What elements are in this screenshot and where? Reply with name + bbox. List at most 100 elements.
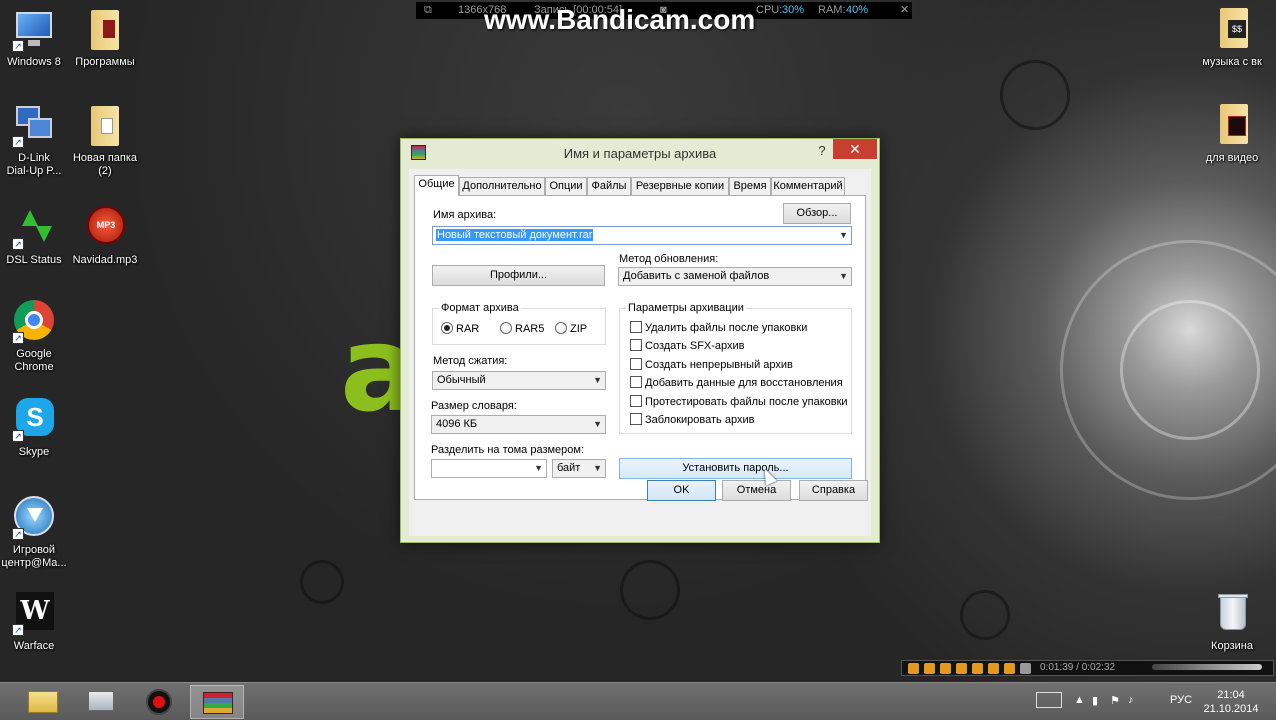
- clock[interactable]: 21:04 21.10.2014: [1196, 688, 1266, 716]
- format-zip-radio[interactable]: ZIP: [555, 322, 587, 336]
- tab-advanced[interactable]: Дополнительно: [459, 177, 545, 195]
- desktop-icon-label: Navidad.mp3: [72, 254, 138, 266]
- set-password-button[interactable]: Установить пароль...: [619, 458, 852, 479]
- option-lock-checkbox[interactable]: Заблокировать архив: [630, 413, 754, 427]
- desktop-icon-label: Skype: [18, 446, 50, 458]
- dictionary-select[interactable]: 4096 КБ ▼: [431, 415, 606, 434]
- chevron-down-icon[interactable]: ▼: [839, 227, 848, 244]
- keyboard-icon[interactable]: [1036, 692, 1062, 708]
- help-dialog-button[interactable]: Справка: [799, 480, 868, 501]
- chevron-down-icon: ▼: [593, 375, 602, 385]
- folder-icon: $$: [1210, 8, 1254, 52]
- desktop-icon-for-video[interactable]: для видео: [1192, 104, 1272, 165]
- dialog-title: Имя и параметры архива: [563, 146, 717, 161]
- checkbox-icon: [630, 358, 642, 370]
- close-icon[interactable]: ✕: [900, 2, 909, 19]
- taskbar-winrar[interactable]: [190, 685, 244, 719]
- close-button[interactable]: ✕: [833, 139, 877, 159]
- desktop-icon-new-folder[interactable]: Новая папка (2): [67, 104, 143, 178]
- checkbox-icon: [630, 376, 642, 388]
- format-rar-label: RAR: [456, 323, 480, 335]
- desktop-icon-warface[interactable]: W ↗ Warface: [0, 592, 72, 653]
- browse-button[interactable]: Обзор...: [783, 203, 851, 224]
- desktop-icon-music-vk[interactable]: $$ музыка с вк: [1192, 8, 1272, 69]
- language-indicator[interactable]: РУС: [1170, 694, 1192, 706]
- play-icon[interactable]: [908, 663, 919, 674]
- tab-backup[interactable]: Резервные копии: [631, 177, 729, 195]
- next-icon[interactable]: [972, 663, 983, 674]
- wallpaper-ornament: [620, 560, 680, 620]
- desktop-icon-windows8[interactable]: ↗ Windows 8: [0, 8, 72, 69]
- prev-icon[interactable]: [956, 663, 967, 674]
- compression-value: Обычный: [437, 374, 486, 386]
- taskbar-explorer[interactable]: [16, 685, 70, 719]
- radio-selected-icon: [441, 322, 453, 334]
- dialog-titlebar[interactable]: Имя и параметры архива ? ✕: [401, 139, 879, 167]
- desktop-icon-recycle-bin[interactable]: Корзина: [1192, 592, 1272, 653]
- archive-name-value: Новый текстовый документ.rar: [436, 229, 594, 241]
- option-solid-checkbox[interactable]: Создать непрерывный архив: [630, 358, 793, 372]
- volume-slider[interactable]: [1152, 664, 1262, 670]
- cancel-button[interactable]: Отмена: [722, 480, 791, 501]
- clock-date: 21.10.2014: [1203, 703, 1259, 715]
- desktop-icon-chrome[interactable]: ↗ Google Chrome: [0, 300, 72, 374]
- flag-icon[interactable]: ⚑: [1110, 694, 1120, 707]
- network-icon[interactable]: ▮: [1092, 694, 1098, 707]
- desktop-icon-label: D-Link Dial-Up P...: [6, 152, 62, 177]
- network-icon: ↗: [12, 104, 56, 148]
- taskbar-computer[interactable]: [74, 685, 128, 719]
- format-zip-label: ZIP: [570, 323, 588, 335]
- split-unit-select[interactable]: байт ▼: [552, 459, 606, 478]
- pause-icon[interactable]: [924, 663, 935, 674]
- bandicam-cpu: 30%: [782, 4, 805, 16]
- option-sfx-checkbox[interactable]: Создать SFX-архив: [630, 339, 745, 353]
- compression-label: Метод сжатия:: [433, 355, 508, 367]
- desktop-icon-game-center[interactable]: ↗ Игровой центр@Ma...: [0, 496, 72, 570]
- archive-name-input[interactable]: Новый текстовый документ.rar ▼: [432, 226, 852, 245]
- recycle-bin-icon: [1210, 592, 1254, 636]
- dictionary-label: Размер словаря:: [431, 400, 517, 412]
- bandicam-cpu-label: CPU:: [756, 4, 783, 16]
- playlist-icon[interactable]: [1020, 663, 1031, 674]
- archive-format-group: Формат архива RAR RAR5 ZIP: [432, 302, 606, 345]
- option-delete-files-checkbox[interactable]: Удалить файлы после упаковки: [630, 321, 807, 335]
- forward-icon[interactable]: [1004, 663, 1015, 674]
- option-test-checkbox[interactable]: Протестировать файлы после упаковки: [630, 395, 848, 409]
- speaker-icon[interactable]: ♪: [1128, 694, 1134, 706]
- tab-general[interactable]: Общие: [414, 175, 459, 196]
- checkbox-icon: [630, 413, 642, 425]
- desktop-icon-navidad-mp3[interactable]: MP3 Navidad.mp3: [67, 206, 143, 267]
- format-rar5-radio[interactable]: RAR5: [500, 322, 544, 336]
- checkbox-icon: [630, 339, 642, 351]
- help-button[interactable]: ?: [809, 141, 835, 161]
- split-size-input[interactable]: ▼: [431, 459, 547, 478]
- desktop-icon-dlink[interactable]: ↗ D-Link Dial-Up P...: [0, 104, 72, 178]
- desktop-icon-label: Новая папка (2): [72, 152, 138, 177]
- compression-select[interactable]: Обычный ▼: [432, 371, 606, 390]
- tab-files[interactable]: Файлы: [587, 177, 631, 195]
- tab-options[interactable]: Опции: [545, 177, 587, 195]
- stop-icon[interactable]: [940, 663, 951, 674]
- ok-button[interactable]: OK: [647, 480, 716, 501]
- desktop-icon-label: Программы: [75, 56, 135, 68]
- rewind-icon[interactable]: [988, 663, 999, 674]
- taskbar-bandicam[interactable]: [132, 685, 186, 719]
- option-recovery-checkbox[interactable]: Добавить данные для восстановления: [630, 376, 843, 390]
- desktop-icon-skype[interactable]: S ↗ Skype: [0, 398, 72, 459]
- checkbox-icon: [630, 395, 642, 407]
- profiles-button[interactable]: Профили...: [432, 265, 605, 286]
- skype-icon: S ↗: [12, 398, 56, 442]
- chevron-down-icon: ▼: [534, 463, 543, 473]
- split-unit-value: байт: [557, 462, 581, 474]
- desktop-icon-dsl-status[interactable]: ↗ DSL Status: [0, 206, 72, 267]
- option-label: Создать непрерывный архив: [645, 359, 793, 371]
- format-rar-radio[interactable]: RAR: [441, 322, 479, 336]
- desktop-icon-programs[interactable]: Программы: [67, 8, 143, 69]
- tab-comment[interactable]: Комментарий: [771, 177, 845, 195]
- warface-icon: W ↗: [12, 592, 56, 636]
- wallpaper-ornament: [960, 590, 1010, 640]
- tray-arrow-icon[interactable]: ▲: [1074, 694, 1085, 706]
- tab-time[interactable]: Время: [729, 177, 771, 195]
- desktop-icon-label: DSL Status: [6, 254, 62, 266]
- update-method-select[interactable]: Добавить с заменой файлов ▼: [618, 267, 852, 286]
